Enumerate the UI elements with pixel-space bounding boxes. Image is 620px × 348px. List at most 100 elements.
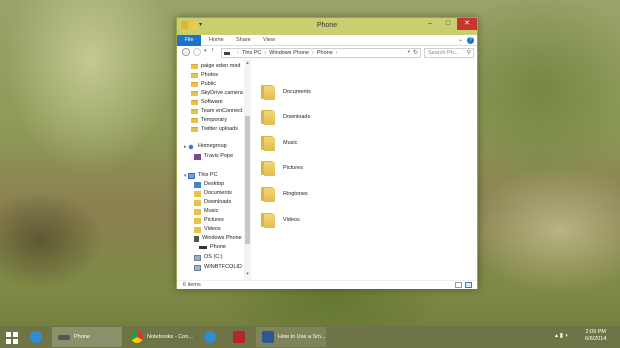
folder-icon xyxy=(261,135,275,151)
address-field[interactable]: › This PC › Windows Phone › Phone › ▾ ↻ xyxy=(221,48,421,58)
forward-button[interactable]: → xyxy=(193,48,201,56)
nav-item-downloads[interactable]: Downloads xyxy=(194,198,231,207)
tab-share[interactable]: Share xyxy=(236,35,251,46)
nav-item-homegroup[interactable]: Homegroup xyxy=(188,142,227,151)
pictures-icon xyxy=(194,217,201,224)
navigation-pane[interactable]: paige eden med Photos Public SkyDrive ca… xyxy=(177,60,251,280)
nav-item-videos[interactable]: Videos xyxy=(194,225,221,234)
folder-icon xyxy=(261,84,275,100)
item-count: 6 items xyxy=(183,282,201,288)
taskbar-chrome[interactable]: Notebooks - Con... xyxy=(125,327,195,347)
chevron-right-icon[interactable]: › xyxy=(237,50,239,56)
search-placeholder: Search Ph... xyxy=(428,50,459,56)
content-area: paige eden med Photos Public SkyDrive ca… xyxy=(177,60,477,280)
folder-item-music[interactable]: Music xyxy=(261,133,297,153)
desktop-icon xyxy=(194,181,201,188)
nav-item-this-pc[interactable]: This PC xyxy=(188,171,218,180)
chevron-down-icon[interactable]: ▾ xyxy=(407,49,410,55)
nav-item[interactable]: Team enConnect xyxy=(191,107,243,116)
scrollbar-thumb[interactable] xyxy=(245,116,250,244)
network-icon[interactable]: ▮ xyxy=(560,333,563,339)
computer-icon xyxy=(188,172,195,179)
folder-icon xyxy=(261,212,275,228)
search-input[interactable]: Search Ph... ⚲ xyxy=(424,48,474,58)
nav-item-phone[interactable]: Phone xyxy=(199,243,226,252)
music-icon xyxy=(194,208,201,215)
file-explorer-window[interactable]: ▾ Phone – □ ✕ File Home Share View ⌄ ? ←… xyxy=(176,17,478,289)
nav-item[interactable]: Photos xyxy=(191,71,218,80)
nav-item[interactable]: Twitter uploads xyxy=(191,125,238,134)
folder-icon xyxy=(191,109,198,114)
folder-icon xyxy=(191,127,198,132)
folder-item-ringtones[interactable]: Ringtones xyxy=(261,184,308,204)
filezilla-icon xyxy=(233,331,245,343)
taskbar-internet-explorer[interactable] xyxy=(24,327,48,347)
nav-item-network-drive[interactable]: WINBTFCOLID xyxy=(194,263,242,272)
folder-icon xyxy=(191,82,198,87)
scroll-up-icon[interactable]: ▴ xyxy=(244,60,251,66)
start-button[interactable] xyxy=(3,329,21,345)
back-button[interactable]: ← xyxy=(182,48,190,56)
minimize-button[interactable]: – xyxy=(421,18,439,30)
phone-icon xyxy=(224,51,230,55)
nav-item[interactable]: paige eden med xyxy=(191,62,240,71)
chevron-right-icon[interactable]: › xyxy=(312,50,314,56)
title-bar[interactable]: ▾ Phone – □ ✕ xyxy=(177,18,477,34)
nav-item[interactable]: Software xyxy=(191,98,223,107)
chevron-down-icon[interactable]: ▾ xyxy=(184,173,187,179)
clock-date: 6/6/2014 xyxy=(585,336,607,342)
nav-item[interactable]: Temporary xyxy=(191,116,227,125)
chevron-up-icon[interactable]: ▴ xyxy=(555,333,558,339)
recent-locations-icon[interactable]: ▾ xyxy=(204,48,207,54)
breadcrumb-windows-phone[interactable]: Windows Phone xyxy=(269,50,309,56)
chevron-right-icon[interactable]: › xyxy=(336,50,338,56)
help-icon[interactable]: ? xyxy=(467,37,474,44)
volume-icon[interactable]: ◖ xyxy=(565,333,569,339)
taskbar-filezilla[interactable] xyxy=(227,327,253,347)
downloads-icon xyxy=(194,199,201,206)
nav-item-documents[interactable]: Documents xyxy=(194,189,232,198)
taskbar-word[interactable]: How to Use a Sm... xyxy=(256,327,326,347)
folder-item-documents[interactable]: Documents xyxy=(261,82,311,102)
phone-icon xyxy=(58,334,70,340)
tab-view[interactable]: View xyxy=(263,35,275,46)
documents-icon xyxy=(194,190,201,197)
chrome-icon xyxy=(131,331,143,343)
details-view-icon[interactable] xyxy=(455,282,462,288)
folder-item-downloads[interactable]: Downloads xyxy=(261,107,310,127)
internet-explorer-icon xyxy=(30,331,42,343)
breadcrumb-this-pc[interactable]: This PC xyxy=(242,50,262,56)
nav-item[interactable]: Public xyxy=(191,80,216,89)
folder-icon xyxy=(191,91,198,96)
folder-icon xyxy=(261,186,275,202)
maximize-button[interactable]: □ xyxy=(439,18,457,30)
tab-home[interactable]: Home xyxy=(209,35,224,46)
large-icons-view-icon[interactable] xyxy=(465,282,472,288)
close-button[interactable]: ✕ xyxy=(457,18,477,30)
nav-item[interactable]: SkyDrive camera xyxy=(191,89,243,98)
chevron-right-icon[interactable]: › xyxy=(264,50,266,56)
nav-item-music[interactable]: Music xyxy=(194,207,218,216)
nav-item-os-drive[interactable]: OS (C:) xyxy=(194,253,223,262)
status-bar: 6 items xyxy=(177,280,477,289)
tab-file[interactable]: File xyxy=(177,35,201,46)
search-icon[interactable]: ⚲ xyxy=(467,49,471,57)
nav-item-desktop[interactable]: Desktop xyxy=(194,180,224,189)
taskbar-file-explorer[interactable]: Phone xyxy=(52,327,122,347)
breadcrumb-phone[interactable]: Phone xyxy=(317,50,333,56)
folder-item-pictures[interactable]: Pictures xyxy=(261,158,303,178)
nav-item-pictures[interactable]: Pictures xyxy=(194,216,224,225)
taskbar-skype[interactable] xyxy=(198,327,224,347)
expand-ribbon-icon[interactable]: ⌄ xyxy=(458,36,463,43)
scroll-down-icon[interactable]: ▾ xyxy=(244,271,251,277)
clock[interactable]: 2:09 PM 6/6/2014 xyxy=(585,329,606,343)
nav-item-homegroup-user[interactable]: Travis Pope xyxy=(194,152,233,161)
folder-item-videos[interactable]: Videos xyxy=(261,210,300,230)
folder-icon xyxy=(191,100,198,105)
up-button[interactable]: ↑ xyxy=(211,47,215,54)
system-tray[interactable]: ▴ ▮ ◖ xyxy=(555,332,568,339)
refresh-icon[interactable]: ↻ xyxy=(413,49,418,56)
chevron-right-icon[interactable]: ▸ xyxy=(184,144,187,150)
nav-item-windows-phone[interactable]: Windows Phone xyxy=(194,234,242,243)
nav-pane-scrollbar[interactable]: ▴ ▾ xyxy=(244,60,251,280)
